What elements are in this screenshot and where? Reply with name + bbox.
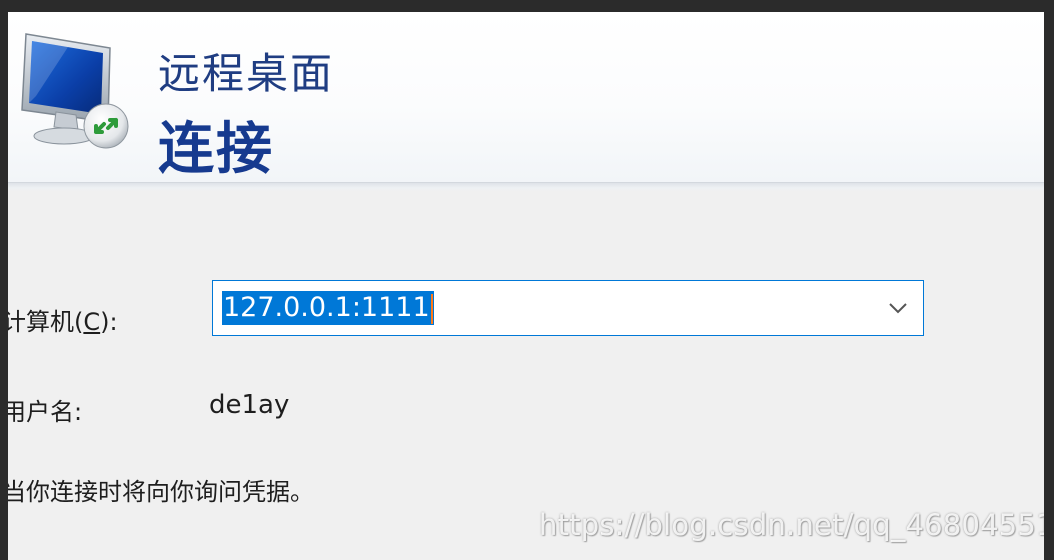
computer-input-text: 127.0.0.1:1111 [223,292,430,323]
watermark-text: https://blog.csdn.net/qq_46804551 [539,508,1044,542]
computer-combobox[interactable]: 127.0.0.1:1111 [212,280,924,336]
chevron-down-icon[interactable] [879,289,917,327]
computer-label-mnemonic: C [83,308,101,336]
credentials-hint: 当你连接时将向你询问凭据。 [8,478,314,506]
header-divider [8,182,1044,192]
remote-desktop-connection-window: 远程桌面 连接 计算机(C): 127.0.0.1:1111 用户名: de1a… [8,12,1044,560]
app-title: 远程桌面 [158,49,335,98]
text-caret [430,293,433,324]
computer-label: 计算机(C): [8,302,118,337]
computer-input[interactable]: 127.0.0.1:1111 [222,291,434,325]
username-label: 用户名: [8,398,83,426]
computer-label-prefix: 计算机( [8,308,84,336]
computer-label-suffix: ): [100,308,118,336]
username-value: de1ay [209,390,290,420]
header-banner: 远程桌面 连接 [8,12,1044,182]
app-subtitle-connect: 连接 [158,117,274,182]
remote-desktop-icon [12,26,138,152]
